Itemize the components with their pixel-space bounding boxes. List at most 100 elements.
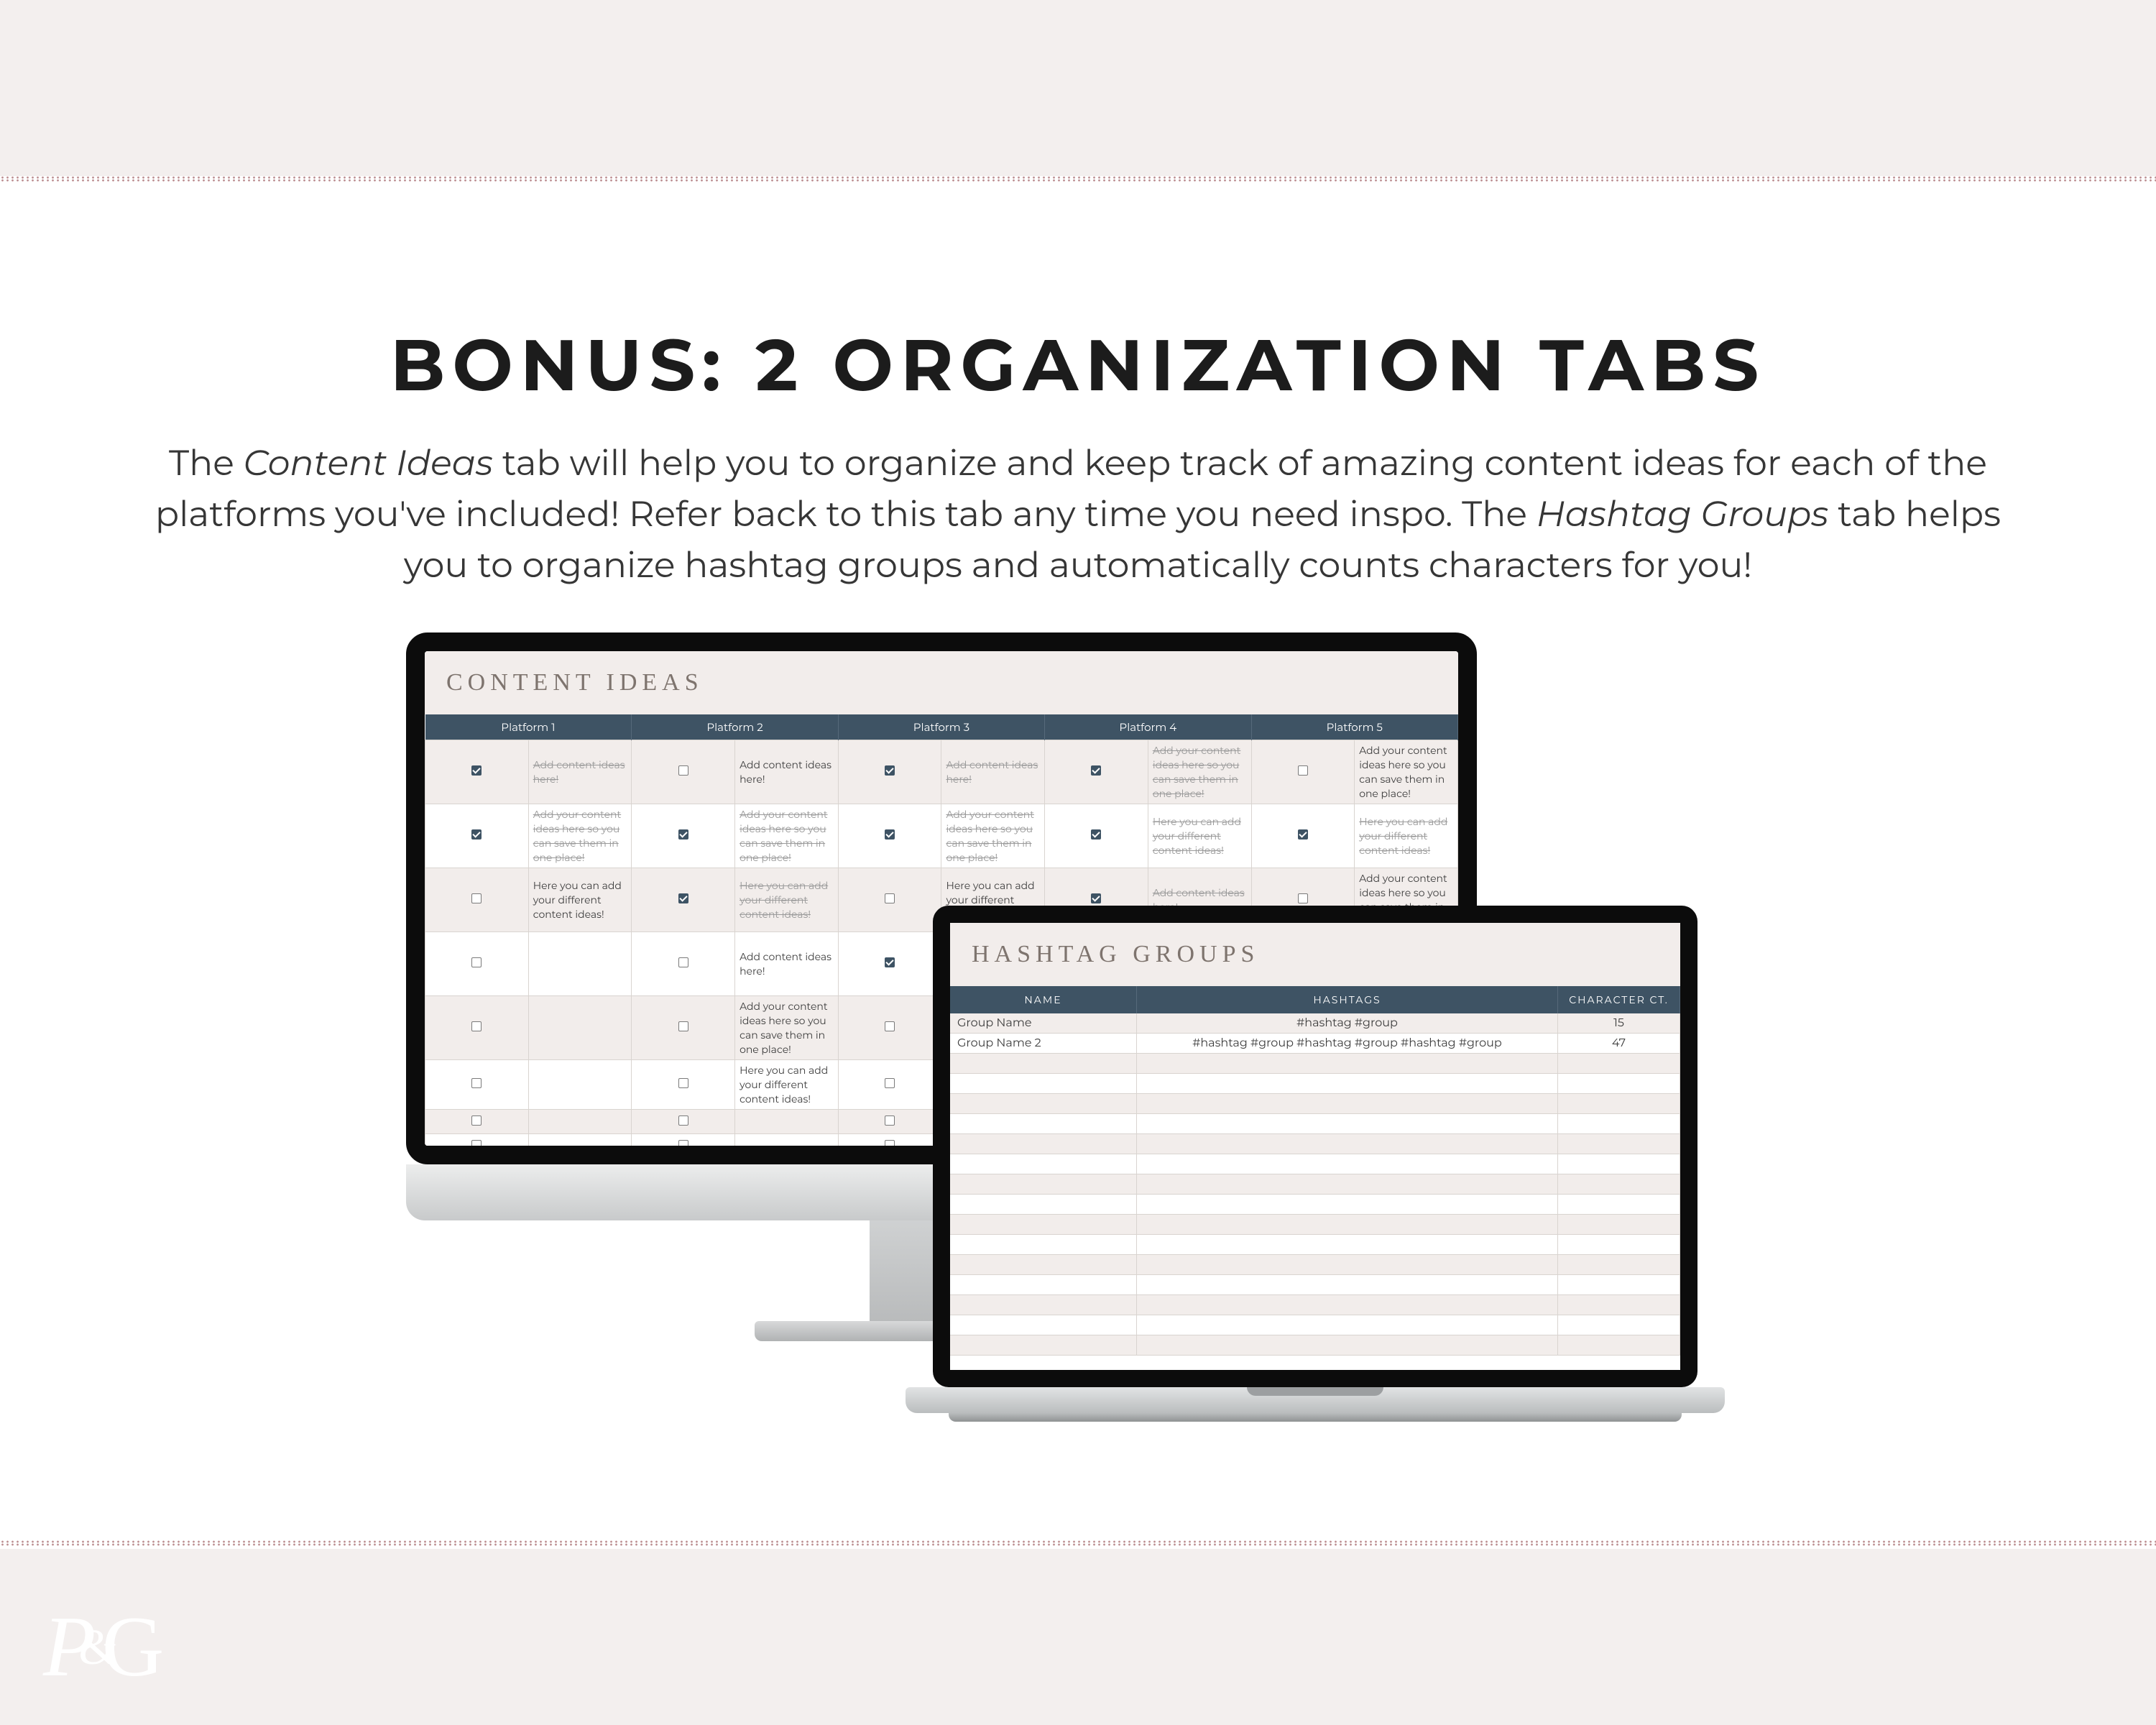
hashtags-cell[interactable] (1137, 1134, 1558, 1154)
hashtags-cell[interactable] (1137, 1275, 1558, 1294)
checkbox-cell[interactable] (632, 868, 735, 932)
checkbox-cell[interactable] (1251, 804, 1355, 868)
checkbox-icon[interactable] (678, 1116, 688, 1126)
group-name-cell[interactable] (950, 1114, 1137, 1133)
checkbox-icon[interactable] (471, 829, 482, 840)
group-name-cell[interactable] (950, 1074, 1137, 1093)
checkbox-icon[interactable] (1298, 829, 1308, 840)
checkbox-icon[interactable] (678, 829, 688, 840)
hashtags-cell[interactable]: #hashtag #group (1137, 1013, 1558, 1033)
checkbox-icon[interactable] (471, 1140, 482, 1150)
idea-cell[interactable]: Add your content ideas here so you can s… (528, 804, 632, 868)
idea-cell[interactable]: Add content ideas here! (528, 740, 632, 804)
hashtag-row[interactable] (950, 1154, 1680, 1174)
idea-cell[interactable] (528, 1134, 632, 1159)
checkbox-icon[interactable] (471, 893, 482, 903)
checkbox-cell[interactable] (632, 804, 735, 868)
idea-cell[interactable]: Add content ideas here! (735, 932, 839, 996)
checkbox-cell[interactable] (632, 1110, 735, 1134)
checkbox-icon[interactable] (471, 1078, 482, 1088)
hashtags-cell[interactable] (1137, 1255, 1558, 1274)
checkbox-cell[interactable] (425, 1134, 529, 1159)
group-name-cell[interactable]: Group Name 2 (950, 1034, 1137, 1053)
checkbox-cell[interactable] (632, 932, 735, 996)
hashtag-row[interactable] (950, 1094, 1680, 1114)
hashtags-cell[interactable] (1137, 1335, 1558, 1355)
idea-cell[interactable]: Add your content ideas here so you can s… (735, 996, 839, 1060)
checkbox-icon[interactable] (885, 1116, 895, 1126)
idea-cell[interactable]: Here you can add your different content … (735, 868, 839, 932)
checkbox-cell[interactable] (632, 1060, 735, 1110)
group-name-cell[interactable] (950, 1134, 1137, 1154)
group-name-cell[interactable] (950, 1094, 1137, 1113)
group-name-cell[interactable] (950, 1054, 1137, 1073)
checkbox-icon[interactable] (885, 1078, 895, 1088)
checkbox-icon[interactable] (885, 829, 895, 840)
checkbox-icon[interactable] (678, 765, 688, 776)
idea-cell[interactable]: Add content ideas here! (941, 740, 1045, 804)
checkbox-cell[interactable] (632, 1159, 735, 1165)
checkbox-icon[interactable] (678, 893, 688, 903)
checkbox-cell[interactable] (838, 804, 941, 868)
checkbox-icon[interactable] (885, 1021, 895, 1031)
group-name-cell[interactable] (950, 1275, 1137, 1294)
checkbox-icon[interactable] (885, 957, 895, 967)
checkbox-cell[interactable] (838, 740, 941, 804)
checkbox-cell[interactable] (1045, 740, 1148, 804)
group-name-cell[interactable] (950, 1215, 1137, 1234)
checkbox-icon[interactable] (1298, 893, 1308, 903)
group-name-cell[interactable] (950, 1235, 1137, 1254)
idea-cell[interactable]: Add your content ideas here so you can s… (941, 804, 1045, 868)
checkbox-cell[interactable] (425, 932, 529, 996)
hashtag-row[interactable] (950, 1054, 1680, 1074)
idea-cell[interactable]: Add content ideas here! (735, 740, 839, 804)
hashtags-cell[interactable] (1137, 1174, 1558, 1194)
group-name-cell[interactable] (950, 1335, 1137, 1355)
idea-cell[interactable]: Add your content ideas here so you can s… (1148, 740, 1251, 804)
idea-cell[interactable] (735, 1110, 839, 1134)
hashtag-row[interactable] (950, 1134, 1680, 1154)
checkbox-icon[interactable] (471, 1116, 482, 1126)
idea-cell[interactable] (528, 932, 632, 996)
checkbox-icon[interactable] (678, 1140, 688, 1150)
idea-cell[interactable] (528, 1110, 632, 1134)
checkbox-icon[interactable] (471, 957, 482, 967)
idea-cell[interactable] (528, 1159, 632, 1165)
hashtags-cell[interactable] (1137, 1074, 1558, 1093)
checkbox-cell[interactable] (632, 740, 735, 804)
hashtag-row[interactable] (950, 1295, 1680, 1315)
checkbox-icon[interactable] (885, 1140, 895, 1150)
checkbox-cell[interactable] (425, 1060, 529, 1110)
checkbox-cell[interactable] (425, 1110, 529, 1134)
hashtag-row[interactable] (950, 1215, 1680, 1235)
hashtag-row[interactable]: Group Name#hashtag #group15 (950, 1013, 1680, 1034)
idea-cell[interactable] (735, 1134, 839, 1159)
idea-cell[interactable]: Add your content ideas here so you can s… (735, 804, 839, 868)
group-name-cell[interactable] (950, 1315, 1137, 1335)
checkbox-icon[interactable] (1091, 893, 1101, 903)
checkbox-cell[interactable] (425, 804, 529, 868)
idea-cell[interactable]: Here you can add your different content … (528, 868, 632, 932)
idea-cell[interactable] (735, 1159, 839, 1165)
group-name-cell[interactable] (950, 1195, 1137, 1214)
hashtags-cell[interactable] (1137, 1114, 1558, 1133)
hashtags-cell[interactable] (1137, 1315, 1558, 1335)
idea-cell[interactable]: Here you can add your different content … (735, 1060, 839, 1110)
idea-cell[interactable]: Here you can add your different content … (1355, 804, 1458, 868)
checkbox-icon[interactable] (471, 765, 482, 776)
hashtags-cell[interactable] (1137, 1094, 1558, 1113)
checkbox-icon[interactable] (1091, 765, 1101, 776)
checkbox-icon[interactable] (885, 893, 895, 903)
checkbox-cell[interactable] (425, 996, 529, 1060)
hashtags-cell[interactable]: #hashtag #group #hashtag #group #hashtag… (1137, 1034, 1558, 1053)
hashtag-row[interactable] (950, 1275, 1680, 1295)
checkbox-icon[interactable] (678, 1078, 688, 1088)
checkbox-icon[interactable] (1091, 829, 1101, 840)
hashtag-row[interactable] (950, 1114, 1680, 1134)
checkbox-icon[interactable] (885, 765, 895, 776)
checkbox-cell[interactable] (632, 996, 735, 1060)
checkbox-icon[interactable] (1298, 765, 1308, 776)
checkbox-cell[interactable] (425, 868, 529, 932)
checkbox-cell[interactable] (1251, 740, 1355, 804)
hashtags-cell[interactable] (1137, 1235, 1558, 1254)
